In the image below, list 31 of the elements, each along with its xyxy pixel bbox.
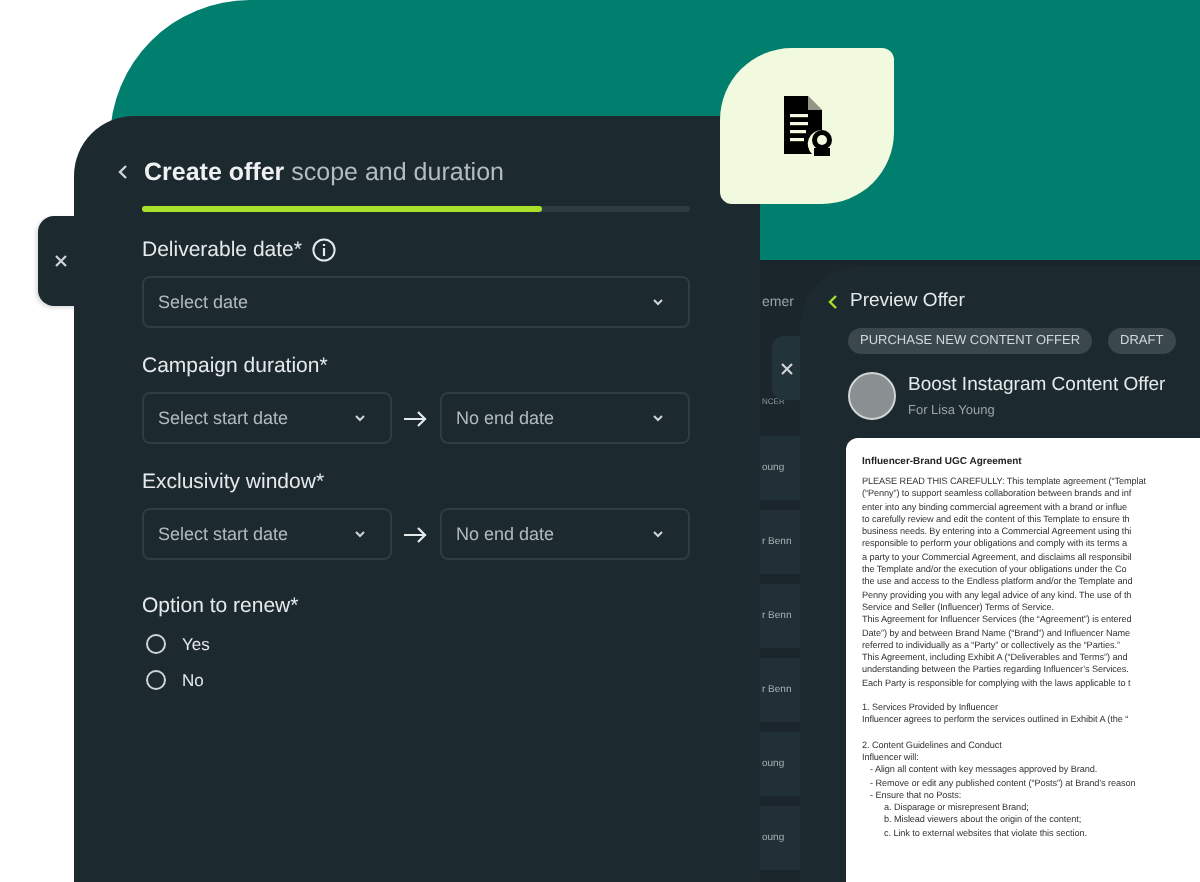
start-date-select[interactable]: Select start date: [142, 508, 392, 560]
avatar: [848, 372, 896, 420]
close-tab[interactable]: [772, 336, 800, 400]
arrow-right-icon: [404, 409, 428, 427]
radio-label: Yes: [182, 634, 210, 654]
start-date-select[interactable]: Select start date: [142, 392, 392, 444]
certificate-document-icon: [783, 96, 831, 156]
radio-label: No: [182, 670, 204, 690]
offer-title: Boost Instagram Content Offer: [908, 374, 1166, 396]
chevron-down-icon: [652, 298, 664, 306]
field-label: Exclusivity window*: [142, 470, 325, 494]
chevron-down-icon: [354, 414, 366, 422]
date-select[interactable]: Select date: [142, 276, 690, 328]
close-icon: [53, 254, 67, 268]
end-date-select[interactable]: No end date: [440, 392, 690, 444]
radio-button[interactable]: [146, 670, 166, 690]
field-label: Deliverable date*: [142, 238, 302, 262]
preview-title: Preview Offer: [850, 290, 965, 312]
radio-button[interactable]: [146, 634, 166, 654]
info-icon[interactable]: [311, 238, 336, 262]
chevron-down-icon: [652, 530, 664, 538]
chevron-down-icon: [354, 530, 366, 538]
field-label: Option to renew*: [142, 594, 301, 618]
back-chevron-icon[interactable]: [828, 293, 838, 309]
back-chevron-icon[interactable]: [118, 164, 128, 180]
chevron-down-icon: [652, 414, 664, 422]
arrow-right-icon: [404, 525, 428, 543]
end-date-select[interactable]: No end date: [440, 508, 690, 560]
form-title: Create offer scope and duration: [144, 158, 504, 186]
close-icon: [779, 361, 793, 375]
field-label: Campaign duration*: [142, 354, 328, 378]
